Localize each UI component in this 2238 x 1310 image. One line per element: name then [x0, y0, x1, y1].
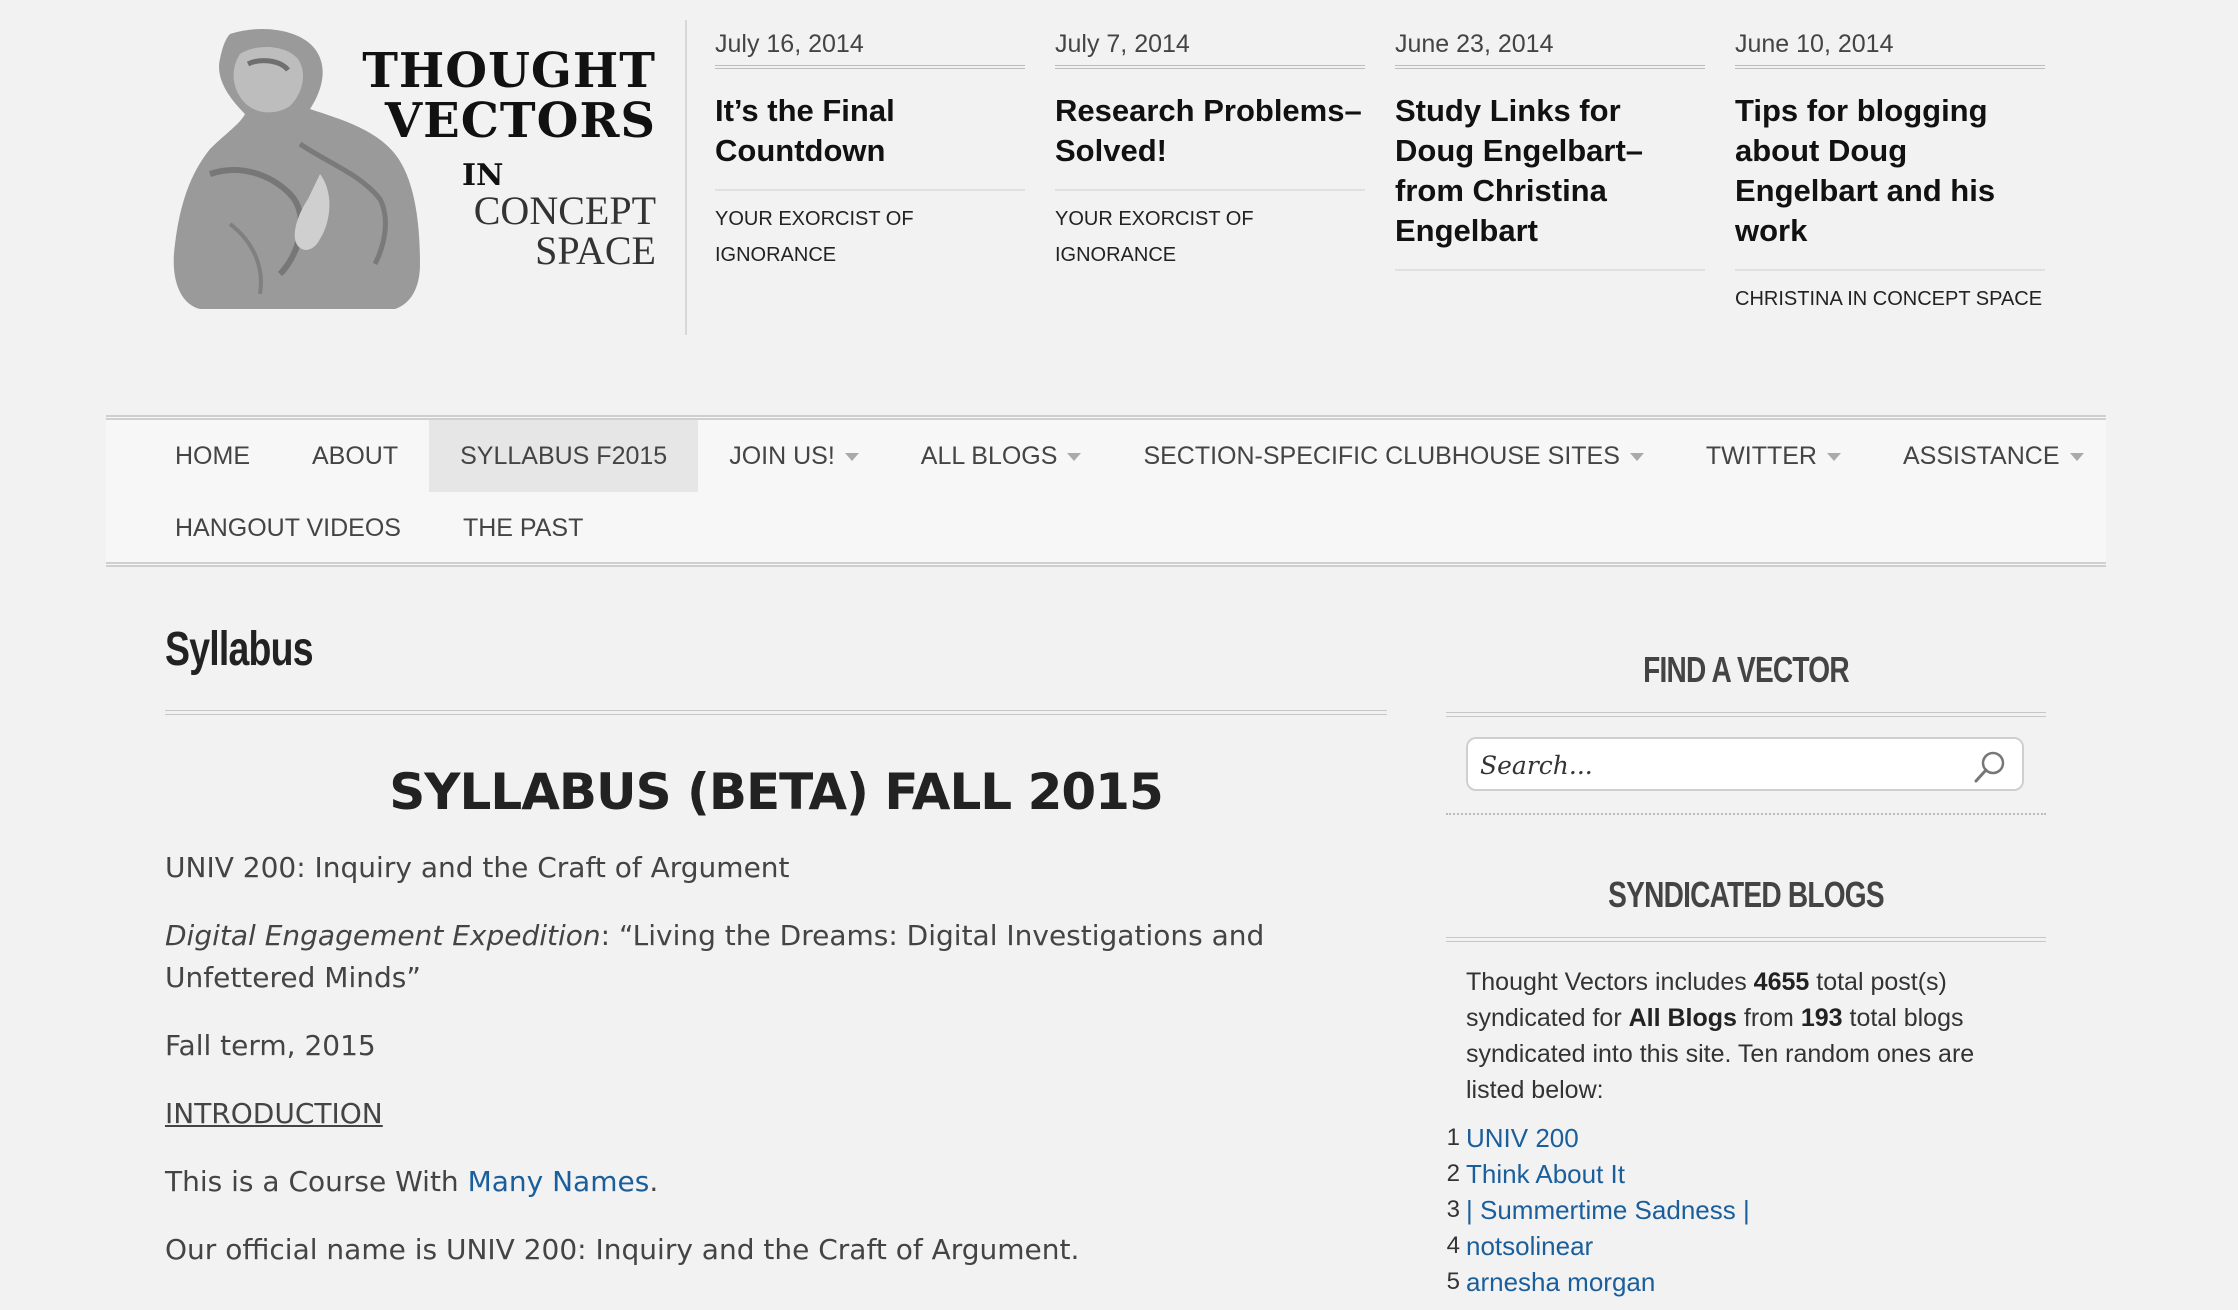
blog-list: 1.UNIV 200 2.Think About It 3.| Summerti…	[1446, 1108, 2046, 1300]
names-suffix: .	[649, 1165, 659, 1198]
nav-item-label: HOME	[175, 442, 250, 470]
triangle-down-icon	[1827, 453, 1841, 462]
list-item: 3.| Summertime Sadness |	[1446, 1192, 2026, 1228]
featured-post-category-link[interactable]: YOUR EXORCIST OF IGNORANCE	[715, 201, 1025, 273]
featured-post: June 10, 2014 Tips for blogging about Do…	[1735, 30, 2045, 317]
logo-line-1: THOUGHT	[362, 43, 656, 99]
nav-item-label: ABOUT	[312, 442, 399, 470]
synd-text-part: Thought Vectors includes	[1466, 968, 1754, 996]
blog-link[interactable]: Think About It	[1466, 1159, 1625, 1189]
featured-post-title-link[interactable]: Study Links for Doug Engelbart–from Chri…	[1395, 91, 1705, 271]
nav-item-label: THE PAST	[462, 514, 584, 542]
featured-post-category-link[interactable]: CHRISTINA IN CONCEPT SPACE	[1735, 281, 2045, 317]
featured-post-date: July 7, 2014	[1055, 30, 1365, 69]
featured-post: July 16, 2014 It’s the Final Countdown Y…	[715, 30, 1025, 273]
nav-item-hangout-videos[interactable]: HANGOUT VIDEOS	[106, 492, 432, 564]
featured-post-title-link[interactable]: Research Problems–Solved!	[1055, 91, 1365, 191]
featured-post-title-link[interactable]: It’s the Final Countdown	[715, 91, 1025, 191]
list-item: 5.arnesha morgan	[1446, 1264, 2026, 1300]
search-widget: FIND A VECTOR	[1446, 640, 2046, 815]
nav-item-label: JOIN US!	[729, 442, 835, 470]
nav-item-label: TWITTER	[1705, 442, 1817, 470]
search-box	[1466, 737, 2024, 791]
nav-item-about[interactable]: ABOUT	[281, 420, 429, 492]
logo-line-2: VECTORS	[384, 93, 656, 149]
syndicated-blogs-title: SYNDICATED BLOGS	[1608, 874, 1884, 915]
dotted-divider	[1446, 813, 2046, 815]
featured-post-date: June 23, 2014	[1395, 30, 1705, 69]
nav-item-home[interactable]: HOME	[106, 420, 281, 492]
total-blogs-count: 193	[1800, 1004, 1843, 1032]
syndication-summary: Thought Vectors includes 4655 total post…	[1446, 942, 2046, 1108]
nav-item-syllabus[interactable]: SYLLABUS F2015	[429, 420, 699, 492]
triangle-down-icon	[1067, 453, 1082, 462]
nav-item-assistance[interactable]: ASSISTANCE	[1872, 420, 2115, 492]
main-content: Syllabus SYLLABUS (BETA) FALL 2015 UNIV …	[165, 610, 1387, 1271]
blog-link[interactable]: arnesha morgan	[1466, 1267, 1655, 1297]
title-divider	[165, 710, 1387, 715]
list-number: 2.	[1446, 1160, 1460, 1187]
logo-wordmark: THOUGHT VECTORS IN CONCEPT SPACE	[356, 46, 656, 272]
header-divider	[685, 20, 687, 335]
expedition-label: Digital Engagement Expedition	[165, 919, 601, 952]
names-prefix: This is a Course With	[165, 1165, 468, 1198]
list-number: 1.	[1446, 1124, 1460, 1151]
nav-item-label: SYLLABUS F2015	[460, 442, 668, 470]
featured-post-date: June 10, 2014	[1735, 30, 2045, 69]
widget-divider	[1446, 712, 2046, 717]
nav-item-all-blogs[interactable]: ALL BLOGS	[890, 420, 1113, 492]
list-number: 5.	[1446, 1268, 1460, 1295]
list-item: 4.notsolinear	[1446, 1228, 2026, 1264]
blog-link[interactable]: notsolinear	[1466, 1231, 1593, 1261]
nav-item-join-us[interactable]: JOIN US!	[698, 420, 890, 492]
triangle-down-icon	[1629, 453, 1644, 462]
nav-item-the-past[interactable]: THE PAST	[432, 492, 614, 564]
term-text: Fall term, 2015	[165, 1029, 376, 1062]
nav-row: HOME ABOUT SYLLABUS F2015 JOIN US! ALL B…	[106, 420, 2115, 492]
find-vector-title: FIND A VECTOR	[1643, 649, 1849, 690]
magnifier-icon[interactable]	[1972, 749, 2008, 785]
official-name-text: Our official name is UNIV 200: Inquiry a…	[165, 1233, 1080, 1266]
course-name: UNIV 200: Inquiry and the Craft of Argum…	[165, 851, 790, 884]
synd-text-part: from	[1736, 1004, 1801, 1032]
syndicated-blogs-widget: SYNDICATED BLOGS Thought Vectors include…	[1446, 865, 2046, 1300]
list-item: 1.UNIV 200	[1446, 1120, 2026, 1156]
syllabus-heading: SYLLABUS (BETA) FALL 2015	[389, 763, 1163, 821]
nav-item-label: SECTION-SPECIFIC CLUBHOUSE SITES	[1143, 442, 1620, 470]
nav-item-label: ALL BLOGS	[920, 442, 1058, 470]
total-posts-count: 4655	[1753, 968, 1810, 996]
many-names-link[interactable]: Many Names	[468, 1165, 650, 1198]
page-title: Syllabus	[165, 623, 314, 676]
logo-line-3: CONCEPT	[473, 188, 656, 233]
featured-post: July 7, 2014 Research Problems–Solved! Y…	[1055, 30, 1365, 273]
list-item: 2.Think About It	[1446, 1156, 2026, 1192]
logo-line-4: SPACE	[535, 228, 656, 273]
expedition-paragraph: Digital Engagement Expedition: “Living t…	[165, 915, 1387, 999]
site-logo[interactable]: THOUGHT VECTORS IN CONCEPT SPACE	[170, 24, 656, 309]
all-blogs-label: All Blogs	[1628, 1004, 1737, 1032]
featured-post-category-link[interactable]: YOUR EXORCIST OF IGNORANCE	[1055, 201, 1365, 273]
sidebar: FIND A VECTOR SYNDICATED BLOGS Thought V…	[1446, 640, 2046, 1300]
triangle-down-icon	[844, 453, 859, 462]
nav-item-clubhouse-sites[interactable]: SECTION-SPECIFIC CLUBHOUSE SITES	[1112, 420, 1674, 492]
featured-post-date: July 16, 2014	[715, 30, 1025, 69]
introduction-heading: INTRODUCTION	[165, 1097, 383, 1130]
blog-link[interactable]: UNIV 200	[1466, 1123, 1579, 1153]
list-number: 3.	[1446, 1196, 1460, 1223]
nav-item-twitter[interactable]: TWITTER	[1675, 420, 1872, 492]
nav-item-label: ASSISTANCE	[1903, 442, 2060, 470]
list-number: 4.	[1446, 1232, 1460, 1259]
blog-link[interactable]: | Summertime Sadness |	[1466, 1195, 1750, 1225]
nav-row: HANGOUT VIDEOS THE PAST	[106, 492, 614, 564]
triangle-down-icon	[2069, 453, 2084, 462]
names-paragraph: This is a Course With Many Names.	[165, 1161, 1387, 1203]
featured-post: June 23, 2014 Study Links for Doug Engel…	[1395, 30, 1705, 271]
featured-post-title-link[interactable]: Tips for blogging about Doug Engelbart a…	[1735, 91, 2045, 271]
search-input[interactable]	[1480, 747, 1960, 783]
nav-item-label: HANGOUT VIDEOS	[175, 514, 401, 542]
main-nav: HOME ABOUT SYLLABUS F2015 JOIN US! ALL B…	[106, 415, 2106, 567]
